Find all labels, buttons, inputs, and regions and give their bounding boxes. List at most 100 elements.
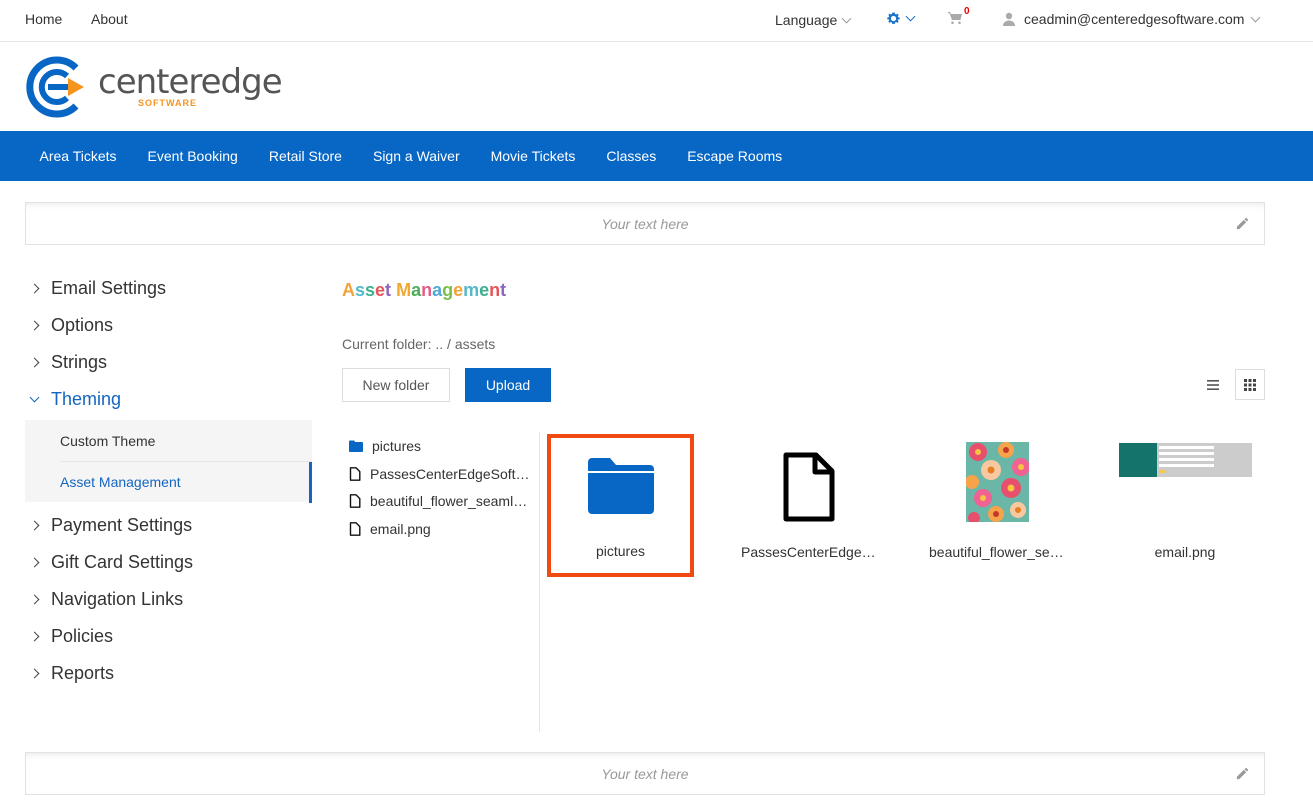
tile-icon-wrap <box>925 442 1069 522</box>
gear-icon <box>887 12 900 24</box>
nav-retail-store[interactable]: Retail Store <box>253 148 357 164</box>
file-icon <box>783 452 835 522</box>
sidebar-item-email-settings[interactable]: Email Settings <box>25 270 313 307</box>
tile-name: pictures <box>595 543 646 559</box>
pencil-icon[interactable] <box>1235 216 1250 231</box>
page-title: Asset Management <box>342 280 507 300</box>
asset-tile-email-image[interactable]: email.png <box>1113 436 1257 576</box>
tree-item-label: email.png <box>370 520 431 537</box>
cart-button[interactable]: 0 <box>947 6 970 31</box>
folder-icon <box>587 458 654 514</box>
asset-tile-pdf[interactable]: PassesCenterEdgeSoftware.pdf <box>737 436 881 576</box>
cart-icon <box>948 12 962 25</box>
sidebar-item-label: Options <box>51 315 114 335</box>
submenu-item-asset-management[interactable]: Asset Management <box>60 461 312 503</box>
settings-dropdown[interactable] <box>886 11 916 26</box>
sidebar-item-theming[interactable]: Theming <box>25 381 313 418</box>
theming-submenu: Custom Theme Asset Management <box>25 420 312 503</box>
sidebar-item-payment-settings[interactable]: Payment Settings <box>25 507 313 544</box>
new-folder-button[interactable]: New folder <box>342 368 450 402</box>
banner-text: Your text here <box>601 766 689 782</box>
list-icon <box>1207 380 1219 390</box>
top-banner[interactable]: Your text here <box>25 202 1265 245</box>
bottom-banner[interactable]: Your text here <box>25 752 1265 795</box>
asset-tile-flower-image[interactable]: beautiful_flower_seamless_pattern.jpg <box>925 436 1069 576</box>
grid-icon <box>1244 378 1256 391</box>
pencil-icon[interactable] <box>1235 766 1250 781</box>
sidebar-item-label: Gift Card Settings <box>51 552 194 572</box>
sidebar-item-options[interactable]: Options <box>25 307 313 344</box>
email-thumbnail <box>1118 443 1252 477</box>
user-email: ceadmin@centeredgesoftware.com <box>1024 11 1245 27</box>
flower-pattern-thumbnail <box>965 442 1029 522</box>
chevron-right-icon <box>29 631 40 642</box>
nav-sign-a-waiver[interactable]: Sign a Waiver <box>357 148 475 164</box>
home-link[interactable]: Home <box>25 11 62 27</box>
main-nav: Area Tickets Event Booking Retail Store … <box>0 131 1313 181</box>
file-icon <box>349 494 361 509</box>
tile-name: email.png <box>1154 544 1216 560</box>
tree-item-label: beautiful_flower_seamless_pattern.jpg <box>370 493 532 510</box>
centeredge-logo-mark <box>26 56 84 118</box>
chevron-right-icon <box>29 283 40 294</box>
asset-tile-pictures[interactable]: pictures <box>547 434 694 577</box>
language-label: Language <box>775 12 838 28</box>
chevron-down-icon <box>841 13 852 23</box>
sidebar-item-policies[interactable]: Policies <box>25 618 313 655</box>
tile-icon-wrap <box>1113 443 1257 477</box>
banner-text: Your text here <box>601 216 689 232</box>
chevron-down-icon <box>1250 12 1261 22</box>
sidebar-item-label: Email Settings <box>51 278 167 298</box>
tile-name: beautiful_flower_seamless_pattern.jpg <box>929 544 1069 560</box>
tile-icon-wrap <box>737 452 881 522</box>
folder-tree: pictures PassesCenterEdgeSoftware.pdf be… <box>342 432 540 732</box>
nav-escape-rooms[interactable]: Escape Rooms <box>672 148 798 164</box>
tree-item-label: pictures <box>372 437 422 454</box>
chevron-right-icon <box>29 357 40 368</box>
sidebar-item-label: Theming <box>51 389 122 409</box>
file-icon <box>349 522 361 536</box>
chevron-right-icon <box>29 668 40 679</box>
logo-subtitle: SOFTWARE <box>138 98 197 108</box>
upload-button[interactable]: Upload <box>465 368 551 402</box>
grid-view-button[interactable] <box>1235 369 1265 400</box>
nav-classes[interactable]: Classes <box>591 148 672 164</box>
sidebar-item-navigation-links[interactable]: Navigation Links <box>25 581 313 618</box>
logo-wordmark: centeredge <box>98 62 283 102</box>
nav-event-booking[interactable]: Event Booking <box>132 148 253 164</box>
chevron-right-icon <box>29 320 40 331</box>
sidebar-item-label: Reports <box>51 663 115 683</box>
tree-item[interactable]: pictures <box>342 432 539 460</box>
language-dropdown[interactable]: Language <box>775 12 852 28</box>
sidebar-item-gift-card-settings[interactable]: Gift Card Settings <box>25 544 313 581</box>
list-view-button[interactable] <box>1202 374 1224 396</box>
tree-item[interactable]: PassesCenterEdgeSoftware.pdf <box>342 460 539 488</box>
logo[interactable]: centeredge SOFTWARE <box>24 56 283 118</box>
submenu-item-custom-theme[interactable]: Custom Theme <box>25 420 312 461</box>
user-menu[interactable]: ceadmin@centeredgesoftware.com <box>1002 11 1261 27</box>
chevron-right-icon <box>29 520 40 531</box>
nav-area-tickets[interactable]: Area Tickets <box>24 148 132 164</box>
folder-icon <box>349 440 363 452</box>
sidebar-item-reports[interactable]: Reports <box>25 655 313 692</box>
settings-sidebar: Email Settings Options Strings Theming C… <box>25 270 313 692</box>
sidebar-item-label: Policies <box>51 626 114 646</box>
sidebar-item-strings[interactable]: Strings <box>25 344 313 381</box>
chevron-down-icon <box>905 11 916 22</box>
sidebar-item-label: Strings <box>51 352 108 372</box>
tree-item[interactable]: email.png <box>342 515 539 543</box>
nav-movie-tickets[interactable]: Movie Tickets <box>475 148 591 164</box>
sidebar-item-label: Payment Settings <box>51 515 193 535</box>
about-link[interactable]: About <box>91 11 128 27</box>
user-icon <box>1003 12 1015 26</box>
tree-item[interactable]: beautiful_flower_seamless_pattern.jpg <box>342 487 539 515</box>
sidebar-item-label: Navigation Links <box>51 589 184 609</box>
tree-item-label: PassesCenterEdgeSoftware.pdf <box>370 465 532 482</box>
cart-count-badge: 0 <box>964 6 970 17</box>
tile-icon-wrap <box>551 456 690 516</box>
file-icon <box>349 466 361 481</box>
chevron-right-icon <box>29 557 40 568</box>
chevron-down-icon <box>29 392 40 403</box>
top-bar: Home About Language 0 ceadmin@centeredge… <box>0 0 1313 42</box>
current-folder-breadcrumb: Current folder: .. / assets <box>342 336 496 352</box>
